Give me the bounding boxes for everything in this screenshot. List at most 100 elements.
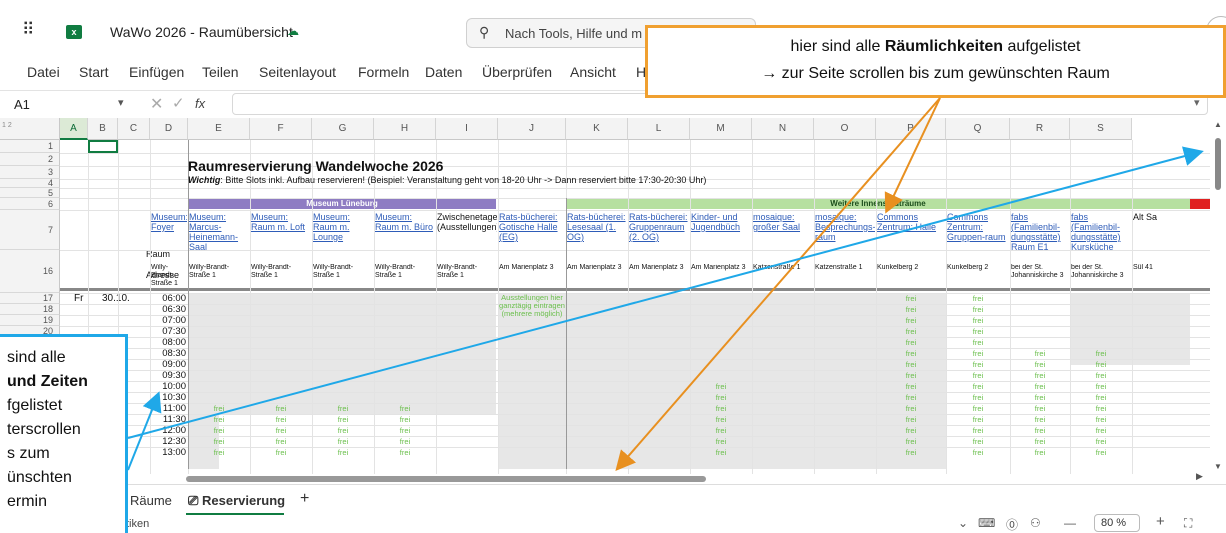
frei-cell[interactable]: frei: [946, 437, 1010, 446]
frei-cell[interactable]: frei: [1070, 415, 1132, 424]
exhibition-note[interactable]: Ausstellungen hier ganztägig eintragen (…: [498, 294, 566, 318]
row-header[interactable]: 18: [0, 304, 60, 315]
frei-cell[interactable]: frei: [876, 327, 946, 336]
menu-start[interactable]: Start: [79, 64, 109, 80]
frei-cell[interactable]: frei: [690, 382, 752, 391]
frei-cell[interactable]: frei: [1010, 448, 1070, 457]
select-all-corner[interactable]: 1 2: [0, 118, 60, 140]
menu-einfuegen[interactable]: Einfügen: [129, 64, 184, 80]
frei-cell[interactable]: frei: [374, 426, 436, 435]
menu-daten[interactable]: Daten: [425, 64, 462, 80]
menu-datei[interactable]: Datei: [27, 64, 60, 80]
frei-cell[interactable]: frei: [690, 415, 752, 424]
venue-address[interactable]: Am Marienplatz 3: [691, 264, 751, 286]
chevron-down-icon[interactable]: ▾: [118, 96, 124, 109]
outline-levels[interactable]: 1 2: [2, 122, 12, 129]
column-header-a[interactable]: A: [60, 118, 88, 140]
menu-teilen[interactable]: Teilen: [202, 64, 239, 80]
frei-cell[interactable]: frei: [690, 404, 752, 413]
frei-cell[interactable]: frei: [946, 338, 1010, 347]
column-header-j[interactable]: J: [498, 118, 566, 140]
frei-cell[interactable]: frei: [188, 437, 250, 446]
venue-address[interactable]: Willy-Brandt-Straße 1: [375, 264, 435, 286]
venue-address[interactable]: Willy-Brandt-Straße 1: [151, 264, 187, 286]
venue-name[interactable]: Alt Sa: [1133, 212, 1189, 250]
keyboard-icon[interactable]: ⌨: [978, 516, 995, 530]
frei-cell[interactable]: frei: [250, 404, 312, 413]
frei-cell[interactable]: frei: [374, 415, 436, 424]
column-header-m[interactable]: M: [690, 118, 752, 140]
menu-seitenlayout[interactable]: Seitenlayout: [259, 64, 336, 80]
frei-cell[interactable]: frei: [1070, 437, 1132, 446]
venue-address[interactable]: Katzenstraße 1: [815, 264, 875, 286]
chevron-down-icon[interactable]: ⌄: [958, 516, 968, 530]
menu-ansicht[interactable]: Ansicht: [570, 64, 616, 80]
frei-cell[interactable]: frei: [946, 382, 1010, 391]
frei-cell[interactable]: frei: [946, 393, 1010, 402]
spreadsheet-grid[interactable]: 1 2 Museum Lüneburg Weitere Innenstadträ…: [0, 118, 1212, 474]
venue-address[interactable]: Katzenstraße 1: [753, 264, 813, 286]
frei-cell[interactable]: frei: [1070, 349, 1132, 358]
frei-cell[interactable]: frei: [876, 437, 946, 446]
venue-name[interactable]: Kinder- und Jugendbüch: [691, 212, 751, 250]
row-header[interactable]: 2: [0, 153, 60, 166]
frei-cell[interactable]: frei: [946, 404, 1010, 413]
column-header-r[interactable]: R: [1010, 118, 1070, 140]
venue-address[interactable]: Kunkelberg 2: [877, 264, 945, 286]
app-launcher-icon[interactable]: ⠿: [22, 20, 34, 40]
venue-address[interactable]: Willy-Brandt-Straße 1: [189, 264, 249, 286]
frei-cell[interactable]: frei: [1010, 360, 1070, 369]
day-cell[interactable]: Fr: [74, 293, 83, 304]
row-header[interactable]: 1: [0, 140, 60, 153]
frei-cell[interactable]: frei: [1070, 448, 1132, 457]
venue-address[interactable]: bei der St. Johanniskirche 3: [1011, 264, 1069, 286]
venue-name[interactable]: Museum: Raum m. Büro: [375, 212, 435, 250]
frei-cell[interactable]: frei: [946, 448, 1010, 457]
accessibility-icon[interactable]: ⚇: [1030, 516, 1041, 530]
venue-name[interactable]: Museum: Marcus-Heinemann-Saal: [189, 212, 249, 250]
venue-name[interactable]: Rats-bücherei: Gotische Halle (EG): [499, 212, 565, 250]
frei-cell[interactable]: frei: [876, 393, 946, 402]
venue-name[interactable]: Museum: Foyer: [151, 212, 187, 250]
cancel-icon[interactable]: ✕: [150, 94, 163, 114]
frei-cell[interactable]: frei: [312, 426, 374, 435]
column-header-q[interactable]: Q: [946, 118, 1010, 140]
frei-cell[interactable]: frei: [1010, 349, 1070, 358]
venue-name[interactable]: Commons Zentrum: Gruppen-raum: [947, 212, 1009, 250]
frei-cell[interactable]: frei: [1070, 404, 1132, 413]
row-header[interactable]: 16: [0, 250, 60, 293]
frei-cell[interactable]: frei: [1010, 437, 1070, 446]
name-box[interactable]: A1: [14, 97, 30, 112]
frei-cell[interactable]: frei: [1010, 382, 1070, 391]
frei-cell[interactable]: frei: [876, 382, 946, 391]
frei-cell[interactable]: frei: [876, 360, 946, 369]
frei-cell[interactable]: frei: [1070, 382, 1132, 391]
venue-name[interactable]: Commons Zentrum: Halle: [877, 212, 945, 250]
scroll-down-icon[interactable]: ▼: [1214, 462, 1222, 471]
frei-cell[interactable]: frei: [876, 415, 946, 424]
row-header[interactable]: 7: [0, 210, 60, 250]
horizontal-scrollbar[interactable]: ▶: [0, 471, 1226, 484]
fullscreen-icon[interactable]: ⛶: [1184, 516, 1192, 531]
column-header-i[interactable]: I: [436, 118, 498, 140]
frei-cell[interactable]: frei: [1070, 426, 1132, 435]
frei-cell[interactable]: frei: [946, 316, 1010, 325]
frei-cell[interactable]: frei: [690, 426, 752, 435]
frei-cell[interactable]: frei: [946, 426, 1010, 435]
frei-cell[interactable]: frei: [1070, 393, 1132, 402]
frei-cell[interactable]: frei: [1010, 393, 1070, 402]
frei-cell[interactable]: frei: [312, 437, 374, 446]
frei-cell[interactable]: frei: [690, 393, 752, 402]
frei-cell[interactable]: frei: [876, 305, 946, 314]
column-header-l[interactable]: L: [628, 118, 690, 140]
row-header[interactable]: 17: [0, 293, 60, 304]
frei-cell[interactable]: frei: [188, 448, 250, 457]
add-sheet-button[interactable]: +: [300, 490, 309, 508]
frei-cell[interactable]: frei: [876, 426, 946, 435]
frei-cell[interactable]: frei: [946, 327, 1010, 336]
column-header-d[interactable]: D: [150, 118, 188, 140]
frei-cell[interactable]: frei: [876, 349, 946, 358]
tab-reservierung[interactable]: ⎚ Reservierung: [188, 493, 285, 509]
venue-name[interactable]: fabs (Familienbil-dungsstätte) Raum E1: [1011, 212, 1069, 250]
venue-address[interactable]: Willy-Brandt-Straße 1: [251, 264, 311, 286]
